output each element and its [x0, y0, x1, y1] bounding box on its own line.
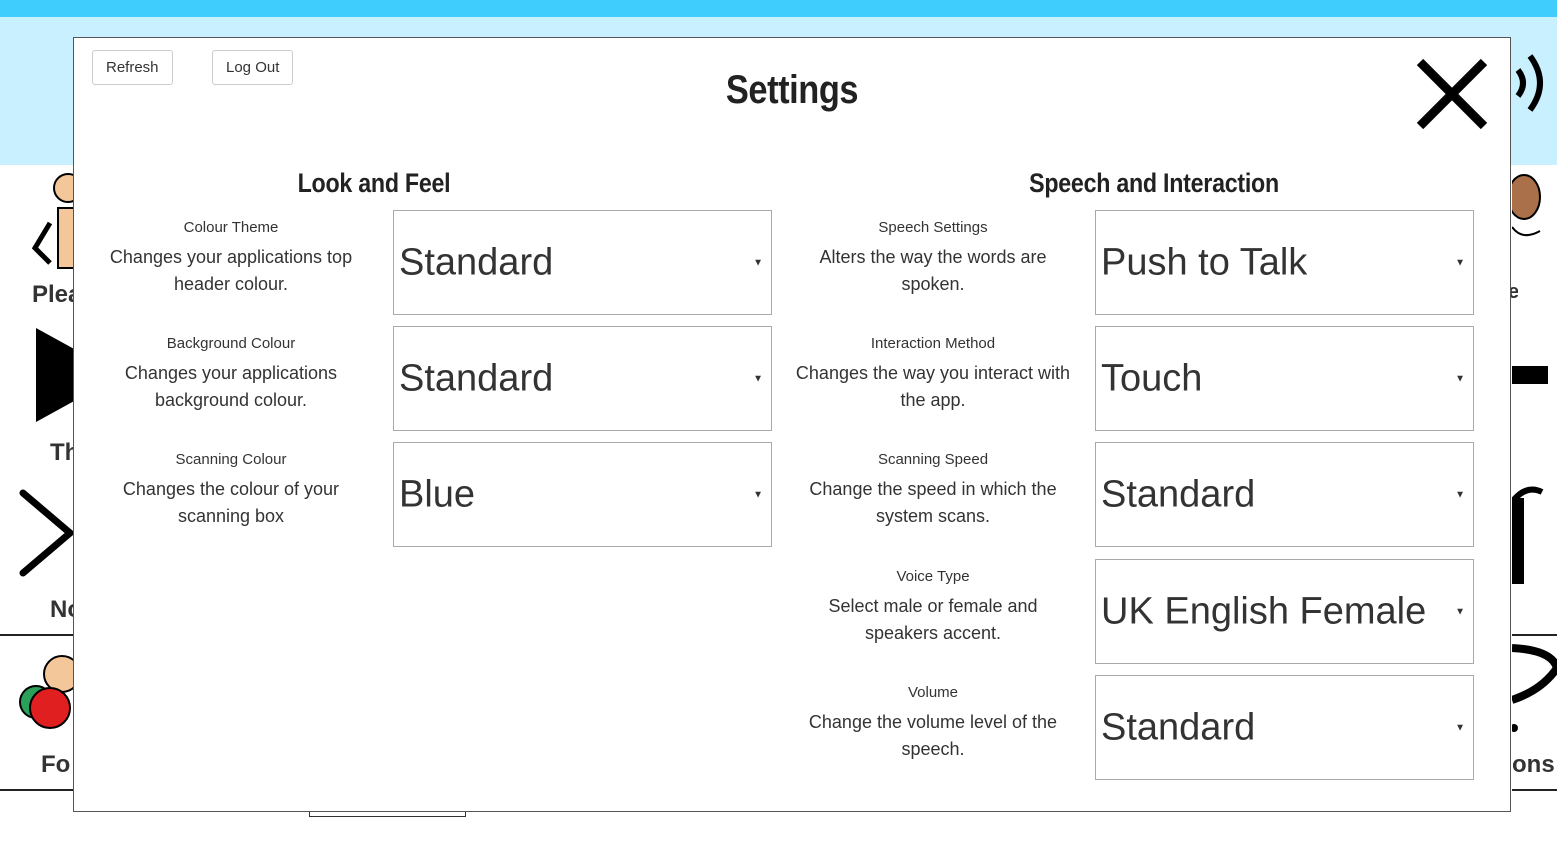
setting-label: Voice Type — [896, 568, 970, 585]
food-symbol-icon[interactable] — [14, 646, 76, 736]
select-value: Push to Talk — [1101, 241, 1308, 283]
setting-description: Colour Theme Changes your applications t… — [91, 210, 371, 298]
setting-help: Change the volume level of the speech. — [808, 712, 1058, 759]
tile-label-questions: ons — [1512, 751, 1555, 778]
setting-label: Volume — [907, 684, 959, 701]
setting-volume: Volume Change the volume level of the sp… — [793, 675, 1475, 780]
select-value: UK English Female — [1101, 590, 1427, 632]
voice-type-select[interactable]: UK English Female ▼ — [1095, 559, 1474, 664]
questions-symbol-icon[interactable] — [1512, 640, 1557, 736]
caret-down-icon: ▼ — [753, 257, 763, 268]
close-icon[interactable] — [1414, 56, 1490, 132]
speech-settings-select[interactable]: Push to Talk ▼ — [1095, 210, 1474, 315]
setting-description: Speech Settings Alters the way the words… — [793, 210, 1073, 298]
app-top-bar — [0, 0, 1557, 17]
background-colour-select[interactable]: Standard ▼ — [393, 326, 772, 431]
setting-background-colour: Background Colour Changes your applicati… — [91, 326, 773, 431]
look-and-feel-title: Look and Feel — [297, 168, 451, 198]
speaker-icon[interactable] — [1508, 48, 1557, 118]
setting-label: Scanning Colour — [175, 451, 287, 468]
select-value: Touch — [1101, 357, 1203, 399]
minus-symbol-icon[interactable] — [1512, 366, 1548, 384]
caret-down-icon: ▼ — [753, 373, 763, 384]
settings-modal: Refresh Log Out Settings Look and Feel C… — [73, 37, 1511, 812]
setting-description: Interaction Method Changes the way you i… — [793, 326, 1073, 414]
setting-speech-settings: Speech Settings Alters the way the words… — [793, 210, 1475, 315]
setting-label: Interaction Method — [870, 335, 996, 352]
setting-description: Voice Type Select male or female and spe… — [793, 559, 1073, 647]
select-value: Blue — [399, 473, 476, 515]
setting-label: Speech Settings — [878, 219, 988, 236]
person-symbol-icon[interactable] — [1512, 165, 1557, 245]
caret-down-icon: ▼ — [1455, 373, 1465, 384]
caret-down-icon: ▼ — [1455, 257, 1465, 268]
scanning-colour-select[interactable]: Blue ▼ — [393, 442, 772, 547]
select-value: Standard — [1101, 473, 1256, 515]
setting-scanning-speed: Scanning Speed Change the speed in which… — [793, 442, 1475, 547]
divider — [0, 789, 75, 791]
setting-description: Scanning Colour Changes the colour of yo… — [91, 442, 371, 530]
setting-colour-theme: Colour Theme Changes your applications t… — [91, 210, 773, 315]
setting-label: Background Colour — [166, 335, 296, 352]
caret-down-icon: ▼ — [753, 489, 763, 500]
setting-label: Scanning Speed — [877, 451, 989, 468]
setting-help: Changes the colour of your scanning box — [122, 479, 340, 526]
setting-description: Scanning Speed Change the speed in which… — [793, 442, 1073, 530]
setting-description: Volume Change the volume level of the sp… — [793, 675, 1073, 763]
setting-voice-type: Voice Type Select male or female and spe… — [793, 559, 1475, 664]
arrow-symbol-icon[interactable] — [1512, 484, 1557, 588]
setting-help: Alters the way the words are spoken. — [819, 247, 1047, 294]
please-symbol-icon[interactable] — [30, 168, 76, 272]
tile-label-food: Fo — [41, 751, 71, 778]
setting-help: Change the speed in which the system sca… — [809, 479, 1057, 526]
bottom-tab-edge — [309, 812, 466, 817]
select-value: Standard — [1101, 706, 1256, 748]
scanning-speed-select[interactable]: Standard ▼ — [1095, 442, 1474, 547]
speech-and-interaction-title: Speech and Interaction — [1029, 168, 1279, 198]
setting-scanning-colour: Scanning Colour Changes the colour of yo… — [91, 442, 773, 547]
setting-help: Changes your applications top header col… — [109, 247, 353, 294]
divider — [1512, 789, 1557, 791]
modal-title: Settings — [725, 68, 859, 112]
caret-down-icon: ▼ — [1455, 489, 1465, 500]
caret-down-icon: ▼ — [1455, 606, 1465, 617]
setting-help: Select male or female and speakers accen… — [828, 596, 1038, 643]
interaction-method-select[interactable]: Touch ▼ — [1095, 326, 1474, 431]
setting-label: Colour Theme — [183, 219, 279, 236]
setting-interaction-method: Interaction Method Changes the way you i… — [793, 326, 1475, 431]
select-value: Standard — [399, 357, 554, 399]
play-symbol-icon[interactable] — [36, 328, 76, 424]
colour-theme-select[interactable]: Standard ▼ — [393, 210, 772, 315]
volume-select[interactable]: Standard ▼ — [1095, 675, 1474, 780]
setting-help: Changes the way you interact with the ap… — [795, 363, 1071, 410]
setting-help: Changes your applications background col… — [124, 363, 338, 410]
setting-description: Background Colour Changes your applicati… — [91, 326, 371, 414]
select-value: Standard — [399, 241, 554, 283]
no-symbol-icon[interactable] — [18, 488, 76, 578]
caret-down-icon: ▼ — [1455, 722, 1465, 733]
refresh-button[interactable]: Refresh — [92, 50, 173, 85]
divider — [1512, 634, 1557, 636]
divider — [0, 634, 75, 636]
